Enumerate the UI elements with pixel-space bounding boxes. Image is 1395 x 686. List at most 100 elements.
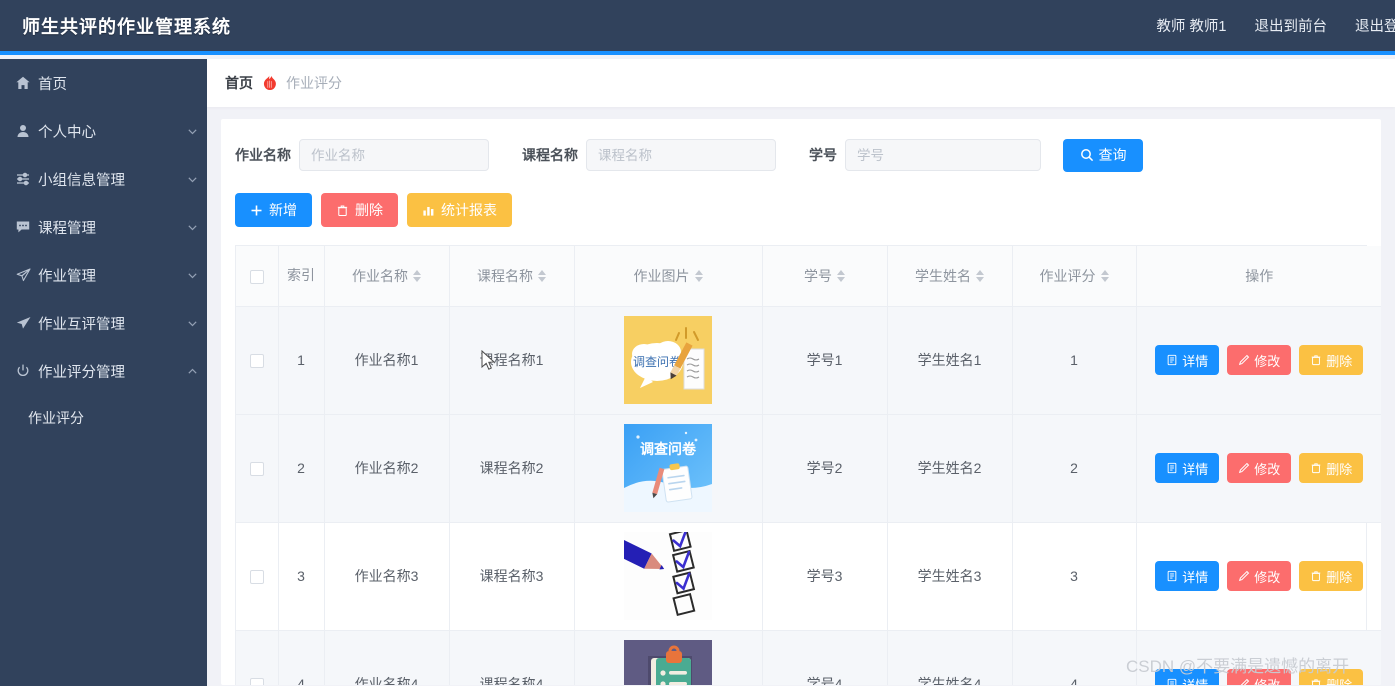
svg-text:调查问卷: 调查问卷 <box>640 441 697 458</box>
row-delete-button[interactable]: 删除 <box>1299 561 1363 591</box>
cell-index: 1 <box>278 306 324 414</box>
sidebar-item-course-management[interactable]: 课程管理 <box>0 203 207 251</box>
col-homework-name[interactable]: 作业名称 <box>324 246 449 306</box>
sidebar-label-personal-center: 个人中心 <box>38 121 177 142</box>
detail-button[interactable]: 详情 <box>1155 345 1219 375</box>
sidebar-item-peer-review-management[interactable]: 作业互评管理 <box>0 299 207 347</box>
pencil-icon <box>1238 462 1250 474</box>
cell-index: 3 <box>278 522 324 630</box>
delete-button[interactable]: 删除 <box>321 193 398 227</box>
table-row[interactable]: 3 作业名称3 课程名称3 <box>236 522 1381 630</box>
sidebar-item-score-management[interactable]: 作业评分管理 <box>0 347 207 395</box>
cell-homework-image[interactable]: 调查问卷 <box>574 306 762 414</box>
sidebar-item-group-info[interactable]: 小组信息管理 <box>0 155 207 203</box>
col-score[interactable]: 作业评分 <box>1012 246 1136 306</box>
edit-button[interactable]: 修改 <box>1227 669 1291 685</box>
chevron-down-icon[interactable] <box>177 126 207 137</box>
cell-operations: 详情 修改 <box>1136 414 1381 522</box>
clipboard-purple-flat-image[interactable] <box>624 640 712 685</box>
cell-student-name: 学生姓名4 <box>887 630 1012 685</box>
table-row[interactable]: 2 作业名称2 课程名称2 调 <box>236 414 1381 522</box>
sort-icon[interactable] <box>837 270 845 282</box>
chevron-down-icon[interactable] <box>177 270 207 281</box>
cell-student-id: 学号1 <box>762 306 887 414</box>
table-body: 1 作业名称1 课程名称1 <box>236 306 1381 685</box>
chevron-down-icon[interactable] <box>177 222 207 233</box>
cell-homework-image[interactable] <box>574 630 762 685</box>
sort-icon[interactable] <box>413 270 421 282</box>
logout[interactable]: 退出登录 <box>1341 15 1395 36</box>
cell-homework-image[interactable] <box>574 522 762 630</box>
sort-icon[interactable] <box>976 270 984 282</box>
edit-button[interactable]: 修改 <box>1227 453 1291 483</box>
col-homework-image-label: 作业图片 <box>634 266 690 286</box>
statistics-report-button[interactable]: 统计报表 <box>407 193 512 227</box>
table-header-row: 索引 作业名称 课程名称 <box>236 246 1381 306</box>
col-homework-image[interactable]: 作业图片 <box>574 246 762 306</box>
detail-button[interactable]: 详情 <box>1155 669 1219 685</box>
power-icon <box>8 363 38 379</box>
row-delete-button-label: 删除 <box>1326 675 1352 686</box>
breadcrumb-home[interactable]: 首页 <box>225 73 253 93</box>
exit-to-front[interactable]: 退出到前台 <box>1241 15 1342 36</box>
detail-button-label: 详情 <box>1182 567 1208 586</box>
sidebar-label-score-management: 作业评分管理 <box>38 361 177 382</box>
cell-student-id: 学号2 <box>762 414 887 522</box>
col-student-id-label: 学号 <box>804 266 832 286</box>
col-student-id[interactable]: 学号 <box>762 246 887 306</box>
search-input-course-name[interactable] <box>586 139 776 171</box>
pencil-icon <box>1238 354 1250 366</box>
col-student-name[interactable]: 学生姓名 <box>887 246 1012 306</box>
row-action-group: 详情 修改 <box>1141 453 1379 483</box>
document-icon <box>1166 462 1178 474</box>
edit-button[interactable]: 修改 <box>1227 345 1291 375</box>
search-bar: 作业名称 课程名称 学号 查询 <box>235 137 1367 173</box>
row-checkbox[interactable] <box>250 570 264 584</box>
row-delete-button-label: 删除 <box>1326 459 1352 478</box>
row-delete-button[interactable]: 删除 <box>1299 345 1363 375</box>
search-button[interactable]: 查询 <box>1063 139 1143 172</box>
cell-course-name: 课程名称2 <box>449 414 574 522</box>
row-delete-button[interactable]: 删除 <box>1299 453 1363 483</box>
detail-button[interactable]: 详情 <box>1155 561 1219 591</box>
document-icon <box>1166 678 1178 685</box>
survey-yellow-speech-bubble-image[interactable]: 调查问卷 <box>624 316 712 404</box>
sort-icon[interactable] <box>695 270 703 282</box>
table-row[interactable]: 1 作业名称1 课程名称1 <box>236 306 1381 414</box>
home-icon <box>8 75 38 91</box>
bar-chart-icon <box>422 204 435 217</box>
chevron-down-icon[interactable] <box>177 318 207 329</box>
top-header: 师生共评的作业管理系统 教师 教师1 退出到前台 退出登录 <box>0 0 1395 55</box>
plus-icon <box>250 204 263 217</box>
app-root: 师生共评的作业管理系统 教师 教师1 退出到前台 退出登录 首页 个人中心 <box>0 0 1395 686</box>
survey-blue-clipboard-image[interactable]: 调查问卷 <box>624 424 712 512</box>
edit-button[interactable]: 修改 <box>1227 561 1291 591</box>
mouse-cursor <box>481 350 497 372</box>
sidebar-subitem-homework-score[interactable]: 作业评分 <box>0 395 207 441</box>
search-input-homework-name[interactable] <box>299 139 489 171</box>
sidebar-label-homework-management: 作业管理 <box>38 265 177 286</box>
checklist-blue-pencil-image[interactable] <box>624 532 712 620</box>
row-delete-button[interactable]: 删除 <box>1299 669 1363 685</box>
cell-homework-image[interactable]: 调查问卷 <box>574 414 762 522</box>
user-role[interactable]: 教师 教师1 <box>1142 15 1240 36</box>
chevron-down-icon[interactable] <box>177 174 207 185</box>
sort-icon[interactable] <box>538 270 546 282</box>
col-operations-label: 操作 <box>1245 268 1273 284</box>
sidebar-item-personal-center[interactable]: 个人中心 <box>0 107 207 155</box>
row-checkbox[interactable] <box>250 354 264 368</box>
table-row[interactable]: 4 作业名称4 课程名称4 <box>236 630 1381 685</box>
chevron-up-icon[interactable] <box>177 366 207 377</box>
breadcrumb-current: 作业评分 <box>286 73 342 93</box>
cell-homework-name: 作业名称3 <box>324 522 449 630</box>
search-input-student-id[interactable] <box>845 139 1041 171</box>
sidebar-item-homework-management[interactable]: 作业管理 <box>0 251 207 299</box>
row-checkbox[interactable] <box>250 678 264 685</box>
select-all-checkbox[interactable] <box>250 270 264 284</box>
sidebar-item-home[interactable]: 首页 <box>0 59 207 107</box>
sort-icon[interactable] <box>1101 270 1109 282</box>
col-course-name[interactable]: 课程名称 <box>449 246 574 306</box>
detail-button[interactable]: 详情 <box>1155 453 1219 483</box>
add-button[interactable]: 新增 <box>235 193 312 227</box>
row-checkbox[interactable] <box>250 462 264 476</box>
